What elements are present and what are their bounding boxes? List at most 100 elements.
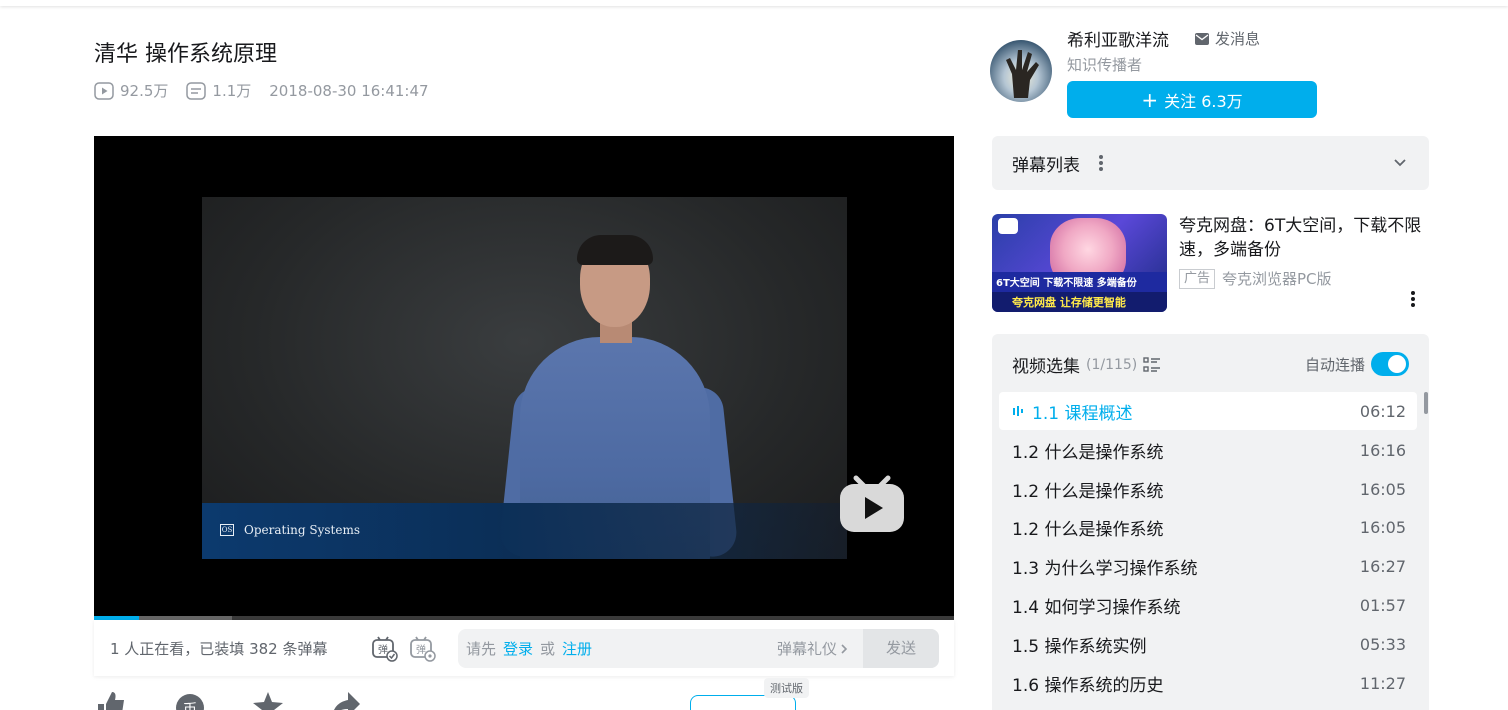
playlist-item-label: 1.4 如何学习操作系统 bbox=[1012, 597, 1181, 618]
send-message-button[interactable]: 发消息 bbox=[1195, 28, 1260, 49]
coin-button[interactable]: 币 bbox=[174, 690, 214, 710]
like-button[interactable] bbox=[94, 690, 136, 710]
mail-icon bbox=[1195, 32, 1209, 45]
send-button[interactable]: 发送 bbox=[863, 629, 939, 668]
playlist-item[interactable]: 1.5 操作系统实例 05:33 bbox=[999, 625, 1417, 663]
autoplay-label: 自动连播 bbox=[1304, 355, 1365, 374]
danmaku-count-value: 1.1万 bbox=[212, 82, 252, 100]
playlist-item-title: 1.2 什么是操作系统 bbox=[1012, 477, 1163, 502]
playlist-item-label: 1.2 什么是操作系统 bbox=[1012, 519, 1164, 540]
ad-more-icon[interactable] bbox=[1410, 290, 1416, 308]
list-view-icon[interactable] bbox=[1143, 356, 1161, 374]
play-count: 92.5万 bbox=[94, 80, 168, 101]
playlist-panel: 视频选集 (1/115) 自动连播 1.1 课程概述 06:12 1.2 什么是操作… bbox=[992, 334, 1429, 710]
playlist-header: 视频选集 (1/115) bbox=[1012, 352, 1161, 377]
uploader-name[interactable]: 希利亚歌洋流 bbox=[1067, 26, 1169, 51]
playlist-item-label: 1.2 什么是操作系统 bbox=[1012, 442, 1164, 463]
playlist-heading: 视频选集 bbox=[1012, 357, 1080, 377]
ad-tag: 广告 bbox=[1179, 268, 1216, 289]
playlist-item-duration: 16:05 bbox=[1359, 479, 1406, 499]
svg-text:弹: 弹 bbox=[378, 643, 388, 656]
playlist-item-title: 1.1 课程概述 bbox=[1012, 399, 1132, 424]
playing-wave-icon bbox=[1013, 406, 1023, 416]
video-frame[interactable]: OS Operating Systems bbox=[202, 197, 847, 559]
playlist-item-duration: 16:16 bbox=[1359, 440, 1406, 460]
ad-thumbnail[interactable]: 6T大空间 下载不限速 多端备份 夸克网盘 让存储更智能 bbox=[992, 214, 1167, 312]
top-header-bar bbox=[0, 0, 1508, 6]
playlist-item-duration: 16:05 bbox=[1359, 517, 1406, 537]
send-message-label: 发消息 bbox=[1215, 30, 1261, 48]
playlist-item[interactable]: 1.2 什么是操作系统 16:16 bbox=[999, 431, 1417, 469]
ad-thumb-line2: 夸克网盘 让存储更智能 bbox=[1012, 296, 1126, 309]
publish-time-value: 2018-08-30 16:41:47 bbox=[269, 81, 429, 100]
chevron-down-icon[interactable] bbox=[1393, 156, 1407, 170]
video-player[interactable]: OS Operating Systems bbox=[94, 136, 954, 620]
ad-thumb-line1: 6T大空间 下载不限速 多端备份 bbox=[996, 278, 1137, 289]
uploader-avatar[interactable] bbox=[990, 40, 1052, 102]
beta-tag: 测试版 bbox=[764, 678, 809, 698]
danmaku-input-hint: 请先 登录或注册 bbox=[466, 638, 599, 659]
playlist-item[interactable]: 1.3 为什么学习操作系统 16:27 bbox=[999, 547, 1417, 585]
danmaku-etiquette-link[interactable]: 弹幕礼仪 bbox=[777, 638, 851, 659]
playlist-item-title: 1.4 如何学习操作系统 bbox=[1012, 593, 1180, 618]
svg-text:币: 币 bbox=[183, 702, 197, 710]
playlist-item-duration: 05:33 bbox=[1359, 634, 1406, 654]
star-icon bbox=[253, 692, 283, 710]
playlist-item[interactable]: 1.2 什么是操作系统 16:05 bbox=[999, 508, 1417, 546]
playlist-item-label: 1.1 课程概述 bbox=[1032, 403, 1133, 424]
danmaku-toggle-icon[interactable]: 弹 bbox=[370, 634, 398, 662]
login-link[interactable]: 登录 bbox=[503, 640, 533, 658]
danmaku-input[interactable]: 请先 登录或注册 弹幕礼仪 发送 bbox=[458, 629, 939, 668]
playlist-item-label: 1.3 为什么学习操作系统 bbox=[1012, 558, 1198, 579]
play-button-icon[interactable] bbox=[838, 470, 906, 534]
uploader-description: 知识传播者 bbox=[1067, 56, 1143, 74]
playlist-item[interactable]: 1.2 什么是操作系统 16:05 bbox=[999, 470, 1417, 508]
danmaku-list-label: 弹幕列表 bbox=[1012, 155, 1080, 176]
action-bar: 币 bbox=[94, 690, 954, 710]
chevron-right-icon bbox=[841, 643, 848, 654]
share-button[interactable] bbox=[330, 690, 370, 710]
follow-label: 关注 6.3万 bbox=[1164, 91, 1243, 111]
lecturer-hair bbox=[577, 235, 653, 265]
autoplay-toggle[interactable] bbox=[1371, 352, 1409, 376]
quark-logo-icon bbox=[998, 218, 1018, 234]
play-count-value: 92.5万 bbox=[120, 82, 169, 100]
danmaku-count: 1.1万 bbox=[186, 80, 251, 101]
ad-source: 夸克浏览器PC版 bbox=[1222, 270, 1332, 288]
hint-prefix: 请先 bbox=[466, 640, 497, 658]
video-meta: 92.5万 1.1万 2018-08-30 16:41:47 bbox=[94, 80, 447, 101]
ad-title[interactable]: 夸克网盘：6T大空间，下载不限速，多端备份 bbox=[1179, 214, 1431, 262]
danmaku-list-panel[interactable]: 弹幕列表 bbox=[992, 136, 1429, 190]
playlist-item[interactable]: 1.4 如何学习操作系统 01:57 bbox=[999, 586, 1417, 624]
playlist-item-title: 1.3 为什么学习操作系统 bbox=[1012, 554, 1197, 579]
playlist-item[interactable]: 1.1 课程概述 06:12 bbox=[999, 392, 1417, 430]
ad-meta: 广告 夸克浏览器PC版 bbox=[1179, 268, 1332, 289]
playlist-count: (1/115) bbox=[1086, 356, 1138, 373]
follow-button[interactable]: + 关注 6.3万 bbox=[1067, 81, 1317, 118]
share-icon bbox=[334, 692, 360, 710]
playlist-item-label: 1.2 什么是操作系统 bbox=[1012, 481, 1164, 502]
playlist-item-title: 1.2 什么是操作系统 bbox=[1012, 515, 1163, 540]
avatar-hand-icon bbox=[1006, 50, 1039, 98]
plus-icon: + bbox=[1141, 87, 1159, 112]
autoplay-control: 自动连播 bbox=[1305, 352, 1409, 376]
more-vertical-icon[interactable] bbox=[1098, 154, 1104, 172]
viewer-count: 1 人正在看，已装填 382 条弹幕 bbox=[110, 639, 328, 658]
playlist-item-label: 1.5 操作系统实例 bbox=[1012, 636, 1147, 657]
danmaku-etiquette-label: 弹幕礼仪 bbox=[776, 640, 837, 658]
danmaku-count-icon bbox=[186, 81, 207, 100]
like-icon bbox=[98, 692, 124, 710]
hint-or: 或 bbox=[540, 640, 556, 658]
playlist-item-duration: 06:12 bbox=[1359, 401, 1406, 421]
svg-text:弹: 弹 bbox=[416, 643, 426, 656]
playlist-item[interactable]: 1.6 操作系统的历史 11:27 bbox=[999, 664, 1417, 702]
favorite-button[interactable] bbox=[252, 690, 292, 710]
danmaku-settings-icon[interactable]: 弹 bbox=[408, 634, 436, 662]
playlist-item-title: 1.6 操作系统的历史 bbox=[1012, 671, 1163, 696]
toggle-knob bbox=[1388, 355, 1406, 373]
playlist-scrollbar[interactable] bbox=[1424, 392, 1428, 414]
video-banner-title: OS Operating Systems bbox=[220, 523, 360, 537]
os-logo-icon: OS bbox=[220, 524, 234, 536]
publish-time: 2018-08-30 16:41:47 bbox=[269, 82, 428, 100]
register-link[interactable]: 注册 bbox=[562, 640, 592, 658]
